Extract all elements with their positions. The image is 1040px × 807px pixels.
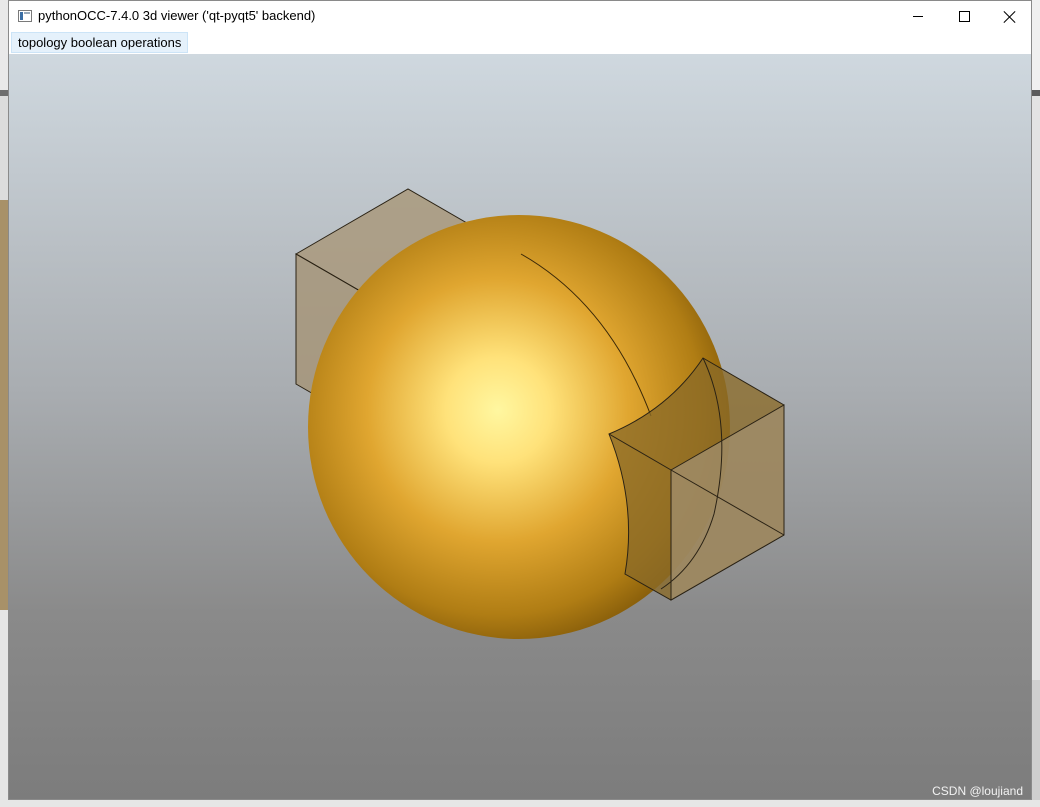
3d-viewport[interactable]: CSDN @loujiand: [9, 54, 1031, 799]
close-icon: [1004, 11, 1016, 23]
3d-scene: [295, 188, 785, 639]
minimize-icon: [913, 16, 923, 17]
viewer-window: pythonOCC-7.4.0 3d viewer ('qt-pyqt5' ba…: [8, 0, 1032, 800]
close-button[interactable]: [987, 1, 1031, 32]
maximize-icon: [958, 11, 970, 22]
minimize-button[interactable]: [895, 1, 941, 32]
watermark: CSDN @loujiand: [932, 784, 1023, 798]
background-desktop-bottom: [0, 800, 1040, 807]
app-window-icon[interactable]: [18, 10, 32, 22]
menu-topology-boolean-operations[interactable]: topology boolean operations: [11, 32, 189, 53]
maximize-button[interactable]: [941, 1, 987, 32]
window-title: pythonOCC-7.4.0 3d viewer ('qt-pyqt5' ba…: [38, 8, 316, 23]
background-desktop-left: [0, 0, 8, 807]
background-desktop-right: [1032, 0, 1040, 807]
menu-bar: topology boolean operations: [9, 32, 1031, 54]
title-bar[interactable]: pythonOCC-7.4.0 3d viewer ('qt-pyqt5' ba…: [9, 1, 1031, 32]
